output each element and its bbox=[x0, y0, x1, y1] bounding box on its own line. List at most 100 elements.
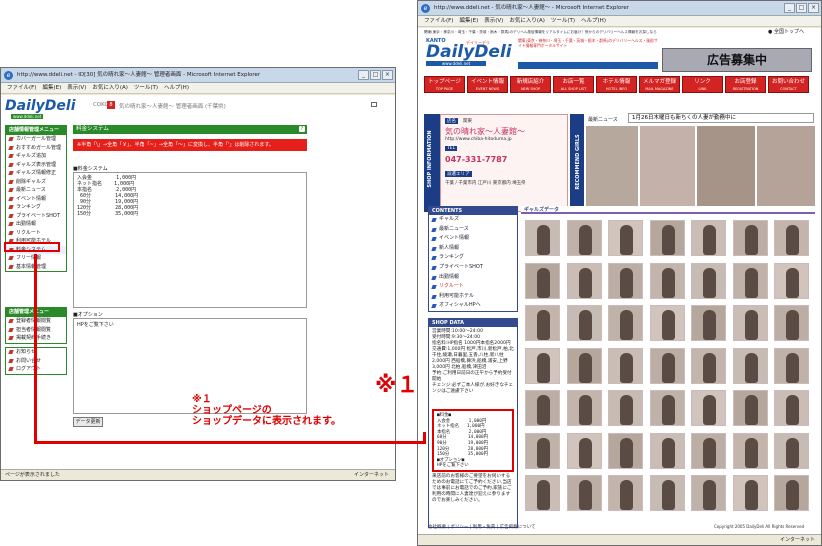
nav-tab-3[interactable]: お店一覧 ALL SHOP LIST bbox=[553, 76, 594, 93]
nav-attendance[interactable]: 出勤情報 bbox=[6, 220, 66, 229]
gallery-photo[interactable] bbox=[566, 305, 602, 341]
contents-item[interactable]: 新人情報 bbox=[429, 244, 517, 254]
menu-favorites[interactable]: お気に入り(A) bbox=[92, 83, 128, 93]
nav-tab-7[interactable]: お店登録 REGISTRATION bbox=[725, 76, 766, 93]
gallery-photo[interactable] bbox=[608, 262, 643, 299]
nav-recommend-girl[interactable]: おすすめガール管理 bbox=[6, 143, 66, 152]
contents-item[interactable]: ギャルズ bbox=[429, 215, 517, 225]
gallery-photo[interactable] bbox=[525, 220, 560, 256]
gallery-photo[interactable] bbox=[566, 262, 602, 299]
contents-item[interactable]: リクルート bbox=[429, 282, 517, 292]
contents-item[interactable]: プライベートSHOT bbox=[429, 263, 517, 273]
minimize-icon[interactable]: _ bbox=[784, 3, 795, 13]
gallery-photo[interactable] bbox=[691, 347, 726, 384]
shop-title-bar[interactable]: e http://www.ddeli.net - 気の晴れ家〜人妻館〜 - Mi… bbox=[418, 1, 821, 16]
gallery-photo[interactable] bbox=[691, 262, 726, 299]
contents-item[interactable]: 最新ニュース bbox=[429, 225, 517, 235]
contents-item[interactable]: イベント情報 bbox=[429, 234, 517, 244]
help-icon[interactable]: ? bbox=[299, 126, 305, 132]
gallery-photo[interactable] bbox=[774, 262, 809, 299]
gallery-photo[interactable] bbox=[732, 220, 768, 256]
gallery-photo[interactable] bbox=[774, 475, 809, 511]
gallery-photo[interactable] bbox=[649, 262, 685, 299]
menu-tools[interactable]: ツール(T) bbox=[551, 16, 575, 26]
nav-tab-0[interactable]: トップページ TOP PAGE bbox=[424, 76, 465, 93]
nav-tab-2[interactable]: 新規店紹介 NEW SHOP bbox=[510, 76, 551, 93]
nav-tab-5[interactable]: メルマガ登録 MAIL MAGAZINE bbox=[639, 76, 680, 93]
gallery-photo[interactable] bbox=[691, 432, 726, 469]
menu-tools[interactable]: ツール(T) bbox=[134, 83, 158, 93]
gallery-photo[interactable] bbox=[691, 475, 726, 511]
menu-file[interactable]: ファイル(F) bbox=[424, 16, 453, 26]
gallery-photo[interactable] bbox=[608, 347, 643, 384]
nav-tab-6[interactable]: リンク LINK bbox=[682, 76, 723, 93]
gallery-photo[interactable] bbox=[649, 432, 685, 469]
home-link[interactable]: ● 全国トップへ bbox=[768, 28, 804, 35]
gallery-photo[interactable] bbox=[566, 347, 602, 384]
contents-item[interactable]: 出勤情報 bbox=[429, 273, 517, 283]
nav-cover-girl[interactable]: カバーガール管理 bbox=[6, 135, 66, 144]
gallery-photo[interactable] bbox=[608, 390, 643, 426]
gallery-photo[interactable] bbox=[525, 305, 560, 341]
gallery-photo[interactable] bbox=[732, 475, 768, 511]
gallery-photo[interactable] bbox=[649, 305, 685, 341]
gallery-photo[interactable] bbox=[774, 305, 809, 341]
contents-item[interactable]: 利用可能ホテル bbox=[429, 292, 517, 302]
gallery-photo[interactable] bbox=[732, 347, 768, 384]
gallery-photo[interactable] bbox=[608, 475, 643, 511]
news-ticker[interactable]: 1月26日木曜日も新ちくの人妻が勤務中に bbox=[628, 113, 814, 123]
gallery-photo[interactable] bbox=[566, 220, 602, 256]
gallery-photo[interactable] bbox=[608, 220, 643, 256]
shop-url[interactable]: http://www.chiba-hitoduma.jp bbox=[445, 137, 512, 142]
gallery-photo[interactable] bbox=[691, 390, 726, 426]
nav-recruit[interactable]: リクルート bbox=[6, 228, 66, 237]
gallery-photo[interactable] bbox=[774, 347, 809, 384]
gallery-photo[interactable] bbox=[649, 347, 685, 384]
price-textarea[interactable]: 入会金 1,000円 ネット指名 1,000円 本指名 2,000円 60分 1… bbox=[73, 172, 307, 308]
menu-help[interactable]: ヘルプ(H) bbox=[581, 16, 606, 26]
gallery-photo[interactable] bbox=[525, 347, 560, 384]
gallery-photo[interactable] bbox=[649, 475, 685, 511]
gallery-photo[interactable] bbox=[566, 432, 602, 469]
close-icon[interactable]: × bbox=[382, 70, 393, 80]
gallery-photo[interactable] bbox=[608, 305, 643, 341]
nav-gals-display[interactable]: ギャルズ表示管理 bbox=[6, 160, 66, 169]
close-icon[interactable]: × bbox=[808, 3, 819, 13]
gallery-photo[interactable] bbox=[525, 390, 560, 426]
gallery-photo[interactable] bbox=[732, 432, 768, 469]
gallery-photo[interactable] bbox=[774, 432, 809, 469]
ad-banner[interactable]: 広告募集中 bbox=[662, 48, 812, 72]
gallery-photo[interactable] bbox=[525, 432, 560, 469]
contents-item[interactable]: オフィシャルHPへ bbox=[429, 301, 517, 311]
gallery-photo[interactable] bbox=[732, 305, 768, 341]
gallery-photo[interactable] bbox=[566, 390, 602, 426]
recommend-photo-3[interactable] bbox=[697, 126, 755, 210]
gallery-photo[interactable] bbox=[525, 475, 560, 511]
menu-help[interactable]: ヘルプ(H) bbox=[164, 83, 189, 93]
nav-event-info[interactable]: イベント情報 bbox=[6, 194, 66, 203]
nav-gals-add[interactable]: ギャルズ追加 bbox=[6, 152, 66, 161]
contents-item[interactable]: ランキング bbox=[429, 253, 517, 263]
nav-tab-4[interactable]: ホテル情報 HOTEL INFO bbox=[596, 76, 637, 93]
printer-icon[interactable] bbox=[371, 102, 377, 107]
nav-ranking[interactable]: ランキング bbox=[6, 203, 66, 212]
nav-latest-news[interactable]: 最新ニュース bbox=[6, 186, 66, 195]
menu-view[interactable]: 表示(V) bbox=[67, 83, 86, 93]
maximize-icon[interactable]: □ bbox=[796, 3, 807, 13]
recommend-photo-1[interactable] bbox=[586, 126, 638, 210]
gallery-photo[interactable] bbox=[774, 390, 809, 426]
recommend-photo-2[interactable] bbox=[640, 126, 695, 210]
menu-file[interactable]: ファイル(F) bbox=[7, 83, 36, 93]
minimize-icon[interactable]: _ bbox=[358, 70, 369, 80]
gallery-photo[interactable] bbox=[732, 390, 768, 426]
nav-gals-edit[interactable]: ギャルズ情報修正 bbox=[6, 169, 66, 178]
nav-tab-8[interactable]: お問い合わせ CONTACT bbox=[768, 76, 809, 93]
shop-logo[interactable]: KANTO DailyDeli www.ddeli.net デイリーデリ bbox=[426, 38, 512, 72]
admin-title-bar[interactable]: e http://www.ddeli.net - ID[30] 気の晴れ家〜人妻… bbox=[1, 68, 395, 83]
menu-view[interactable]: 表示(V) bbox=[484, 16, 503, 26]
gallery-photo[interactable] bbox=[608, 432, 643, 469]
admin-logo[interactable]: DailyDeli bbox=[5, 99, 76, 113]
nav-gals-delete[interactable]: 削除ギャルズ bbox=[6, 177, 66, 186]
gallery-photo[interactable] bbox=[691, 220, 726, 256]
recommend-photo-4[interactable] bbox=[757, 126, 815, 210]
